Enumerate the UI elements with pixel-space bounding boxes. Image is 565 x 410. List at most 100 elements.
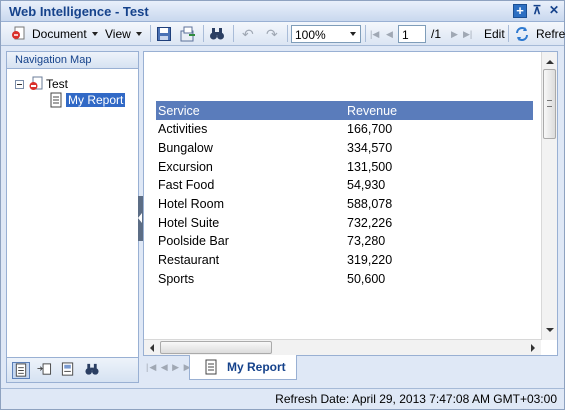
redo-icon: ↷ [266,25,278,42]
chevron-down-icon [135,32,142,36]
column-header-service: Service [156,101,345,120]
toolbar-separator [233,25,234,42]
tree-item-my-report-label: My Report [66,93,126,107]
table-row: Hotel Room 588,078 [156,195,533,214]
close-icon[interactable]: ✕ [547,4,561,18]
cell-revenue: 131,500 [347,159,393,174]
collapse-icon[interactable] [15,79,24,89]
document-structure-icon [61,362,74,376]
page-icon [205,359,217,375]
export-icon [180,26,195,42]
cell-revenue: 732,226 [347,215,393,230]
cell-revenue: 334,570 [347,141,393,156]
navigation-map-button[interactable] [12,362,30,379]
cell-service: Hotel Suite [158,215,220,230]
zoom-value: 100% [295,28,326,42]
report-canvas: Service Revenue Activities 166,700 Bungal… [143,51,558,356]
toolbar-separator [365,25,366,42]
vertical-scrollbar[interactable] [541,52,557,340]
table-row: Poolside Bar 73,280 [156,232,533,251]
toolbar-separator [287,25,288,42]
chevron-down-icon[interactable] [346,26,360,42]
page-icon [50,92,62,108]
document-structure-button[interactable] [60,362,78,379]
document-menu[interactable]: Document [11,24,98,44]
tab-my-report[interactable]: My Report [189,355,297,380]
horizontal-scrollbar[interactable] [144,339,541,355]
table-row: Hotel Suite 732,226 [156,213,533,232]
binoculars-icon [210,28,224,40]
toolbar: Document View ↶ ↷ 100% |◀ ◀ 1 /1 ▶ ▶| Ed… [1,22,565,46]
find-panel-button[interactable] [84,362,102,379]
horizontal-scroll-thumb[interactable] [160,341,272,354]
refresh-label: Refre [536,27,565,41]
vertical-scroll-thumb[interactable] [543,69,556,139]
scroll-left-icon[interactable] [150,344,154,352]
cell-service: Bungalow [158,141,213,156]
window-title: Web Intelligence - Test [9,4,149,19]
cell-service: Excursion [158,159,213,174]
toolbar-separator [508,25,509,42]
cell-revenue: 319,220 [347,253,393,268]
document-menu-label: Document [32,27,87,41]
undo-icon: ↶ [242,25,254,42]
navigation-map-panel: Navigation Map Test My Report [6,51,139,383]
last-page-icon: ▶| [463,28,473,39]
previous-page-button[interactable]: ◀ [386,24,393,44]
cell-service: Poolside Bar [158,234,229,249]
document-icon [12,26,25,40]
first-page-button[interactable]: |◀ [370,24,379,44]
navigation-map-header: Navigation Map [7,52,138,69]
cell-service: Hotel Room [158,197,224,212]
last-page-button[interactable]: ▶| [463,24,472,44]
undo-button[interactable]: ↶ [242,24,254,44]
page-total: /1 [431,24,441,44]
input-controls-icon [37,363,52,375]
tree-item-test[interactable]: Test [15,76,68,92]
table-row: Sports 50,600 [156,270,533,289]
scroll-right-icon[interactable] [531,344,535,352]
page-number-input[interactable]: 1 [398,25,426,43]
edit-button[interactable]: Edit [484,24,505,44]
refresh-date: Refresh Date: April 29, 2013 7:47:08 AM … [275,392,557,406]
find-button[interactable] [209,24,225,44]
scroll-down-icon[interactable] [546,328,554,332]
save-button[interactable] [156,24,172,44]
view-menu[interactable]: View [105,24,142,44]
column-header-revenue: Revenue [345,101,533,120]
save-icon [157,27,171,41]
report-table: Service Revenue Activities 166,700 Bungal… [156,101,533,288]
maximize-icon[interactable]: + [513,4,527,18]
page-number-value: 1 [402,28,409,42]
navigation-map-icon [15,363,27,377]
scroll-up-icon[interactable] [546,60,554,64]
table-row: Fast Food 54,930 [156,176,533,195]
toolbar-separator [150,25,151,42]
tab-navigation-arrows[interactable]: |◀ ◀ ▶ ▶| [146,362,195,373]
table-header-row: Service Revenue [156,101,533,120]
table-row: Restaurant 319,220 [156,251,533,270]
cell-revenue: 54,930 [347,178,386,193]
zoom-select[interactable]: 100% [291,25,361,43]
report-tab-strip: |◀ ◀ ▶ ▶| My Report [143,355,558,382]
edit-label: Edit [484,27,505,41]
refresh-button[interactable]: Refre [514,24,565,44]
redo-button[interactable]: ↷ [266,24,278,44]
previous-page-icon: ◀ [386,28,393,39]
tree-item-my-report[interactable]: My Report [48,92,126,108]
export-button[interactable] [180,24,196,44]
report-document-icon [29,76,43,90]
cell-revenue: 50,600 [347,271,386,286]
pin-icon[interactable]: ⊼ [530,4,544,18]
tab-my-report-label: My Report [227,360,286,374]
table-row: Excursion 131,500 [156,157,533,176]
toolbar-separator [203,25,204,42]
input-controls-button[interactable] [36,362,54,379]
chevron-down-icon [91,32,98,36]
title-bar: Web Intelligence - Test + ⊼ ✕ [1,1,564,22]
cell-revenue: 73,280 [347,234,386,249]
next-page-button[interactable]: ▶ [451,24,458,44]
cell-revenue: 588,078 [347,197,393,212]
first-page-icon: |◀ [370,28,380,39]
table-row: Bungalow 334,570 [156,139,533,158]
